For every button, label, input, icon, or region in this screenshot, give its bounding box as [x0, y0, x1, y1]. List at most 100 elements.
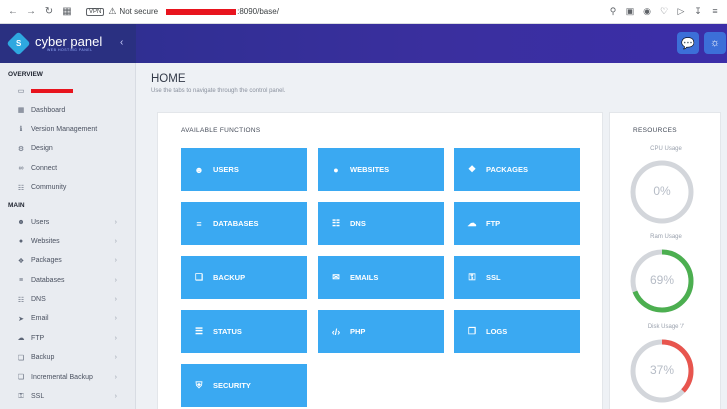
paper-plane-icon: ➤ [18, 315, 24, 323]
sidebar-item-label: Incremental Backup [31, 373, 93, 381]
sidebar-item-label: Backup [31, 354, 55, 362]
sidebar: OVERVIEW ▭ ▦ Dashboard ℹ Version Management… [0, 63, 136, 409]
sidebar-item-connect[interactable]: ∞ Connect [0, 159, 135, 178]
tile-label: PACKAGES [486, 165, 528, 174]
tile-label: LOGS [486, 327, 508, 336]
chevron-right-icon: › [114, 218, 117, 226]
vpn-badge[interactable]: VPN [86, 7, 105, 16]
users-icon: ☻ [194, 164, 204, 175]
tile-security[interactable]: ⛨ SECURITY [181, 364, 307, 407]
gear-icon: ⚙ [17, 145, 25, 153]
play-icon[interactable]: ▷ [675, 5, 687, 17]
functions-title: AVAILABLE FUNCTIONS [181, 127, 261, 134]
chevron-right-icon: › [114, 393, 117, 401]
shield-icon: ⛨ [195, 380, 203, 390]
chat-icon: ☷ [17, 184, 25, 192]
link-icon: ∞ [18, 164, 24, 172]
logo-icon: S [6, 31, 31, 56]
tile-logs[interactable]: ❒ LOGS [454, 310, 580, 353]
logo-text: cyber panel [35, 33, 103, 49]
download-icon[interactable]: ↧ [692, 5, 704, 17]
cloud-upload-icon: ☁ [17, 335, 25, 343]
cloud-upload-icon: ☁ [467, 218, 477, 228]
sidebar-item-ftp[interactable]: ☁ FTP › [0, 329, 135, 348]
chevron-right-icon: › [114, 257, 117, 265]
file-icon: ❒ [467, 326, 477, 336]
tile-label: BACKUP [213, 273, 246, 282]
sidebar-item-design[interactable]: ⚙ Design [0, 139, 135, 158]
heart-icon[interactable]: ♡ [658, 5, 670, 17]
sidebar-item-user[interactable]: ▭ [0, 81, 135, 100]
warning-icon: ⚠ [108, 6, 117, 16]
tile-users[interactable]: ☻ USERS [181, 148, 307, 191]
sidebar-item-ssl[interactable]: ⚿ SSL › [0, 387, 135, 406]
browser-actions: ⚲ ▣ ◉ ♡ ▷ ↧ ≡ [607, 5, 721, 17]
sidebar-item-dashboard[interactable]: ▦ Dashboard [0, 100, 135, 119]
url-path[interactable]: :8090/base/ [237, 7, 279, 16]
sidebar-item-users[interactable]: ☻ Users › [0, 212, 135, 231]
tile-ssl[interactable]: ⚿ SSL [454, 256, 580, 299]
sidebar-item-packages[interactable]: ❖ Packages › [0, 251, 135, 270]
packages-icon: ❖ [17, 257, 25, 265]
code-icon: ‹/› [331, 326, 341, 337]
collapse-sidebar-icon[interactable]: ‹ [120, 37, 123, 48]
screenshot-icon[interactable]: ▣ [624, 5, 636, 17]
tile-label: DATABASES [213, 219, 259, 228]
tile-dns[interactable]: ☷ DNS [318, 202, 444, 245]
chevron-right-icon: › [114, 296, 117, 304]
sidebar-item-dns[interactable]: ☷ DNS › [0, 290, 135, 309]
info-icon: ℹ [19, 126, 23, 134]
url-redacted-host [166, 8, 237, 15]
chevron-right-icon: › [114, 334, 117, 342]
sidebar-item-websites[interactable]: ● Websites › [0, 232, 135, 251]
main-content: HOME Use the tabs to navigate through th… [136, 63, 727, 409]
sidebar-item-databases[interactable]: ≡ Databases › [0, 271, 135, 290]
chat-icon[interactable]: 💬 [677, 32, 699, 54]
sidebar-item-label: Dashboard [31, 106, 66, 114]
database-icon: ≡ [18, 276, 24, 284]
tile-ftp[interactable]: ☁ FTP [454, 202, 580, 245]
sitemap-icon: ☷ [331, 218, 341, 228]
tile-label: PHP [350, 327, 366, 336]
forward-icon[interactable]: → [24, 5, 38, 19]
sidebar-item-label: Connect [31, 164, 58, 172]
page-subtitle: Use the tabs to navigate through the con… [151, 88, 286, 94]
sitemap-icon: ☷ [17, 296, 25, 304]
packages-icon: ❖ [467, 164, 477, 174]
help-icon[interactable]: ☼ [704, 32, 726, 54]
sidebar-item-label: FTP [31, 334, 45, 342]
sidebar-section-main: MAIN [8, 202, 25, 210]
tile-databases[interactable]: ≡ DATABASES [181, 202, 307, 245]
tile-packages[interactable]: ❖ PACKAGES [454, 148, 580, 191]
tile-label: SSL [486, 273, 501, 282]
sidebar-item-version-management[interactable]: ℹ Version Management [0, 120, 135, 139]
back-icon[interactable]: ← [6, 5, 20, 19]
search-icon[interactable]: ⚲ [607, 5, 619, 17]
users-icon: ☻ [17, 218, 25, 226]
tile-label: STATUS [213, 327, 242, 336]
menu-icon[interactable]: ≡ [709, 5, 721, 17]
sidebar-item-incremental-backup[interactable]: ❏ Incremental Backup › [0, 367, 135, 386]
sidebar-item-community[interactable]: ☷ Community [0, 178, 135, 197]
tile-backup[interactable]: ❏ BACKUP [181, 256, 307, 299]
sidebar-item-email[interactable]: ➤ Email › [0, 309, 135, 328]
tile-emails[interactable]: ✉ EMAILS [318, 256, 444, 299]
chevron-right-icon: › [114, 315, 117, 323]
tabs-grid-icon[interactable]: ▦ [60, 5, 74, 19]
tile-label: USERS [213, 165, 239, 174]
reload-icon[interactable]: ↻ [42, 5, 56, 19]
logo-area[interactable]: S cyber panel WEB HOSTING PANEL ‹ [0, 24, 136, 63]
security-indicator[interactable]: Not secure [119, 7, 158, 16]
dashboard-icon: ▦ [17, 107, 25, 115]
redacted-username [31, 88, 73, 93]
tile-php[interactable]: ‹/› PHP [318, 310, 444, 353]
sidebar-item-label: Community [31, 184, 67, 192]
chevron-right-icon: › [114, 354, 117, 362]
camera-icon[interactable]: ◉ [641, 5, 653, 17]
tile-status[interactable]: ☰ STATUS [181, 310, 307, 353]
globe-icon: ● [18, 237, 24, 245]
sidebar-item-backup[interactable]: ❏ Backup › [0, 348, 135, 367]
tile-websites[interactable]: ● WEBSITES [318, 148, 444, 191]
globe-icon: ● [333, 164, 339, 175]
lock-icon: ⚿ [18, 392, 24, 400]
